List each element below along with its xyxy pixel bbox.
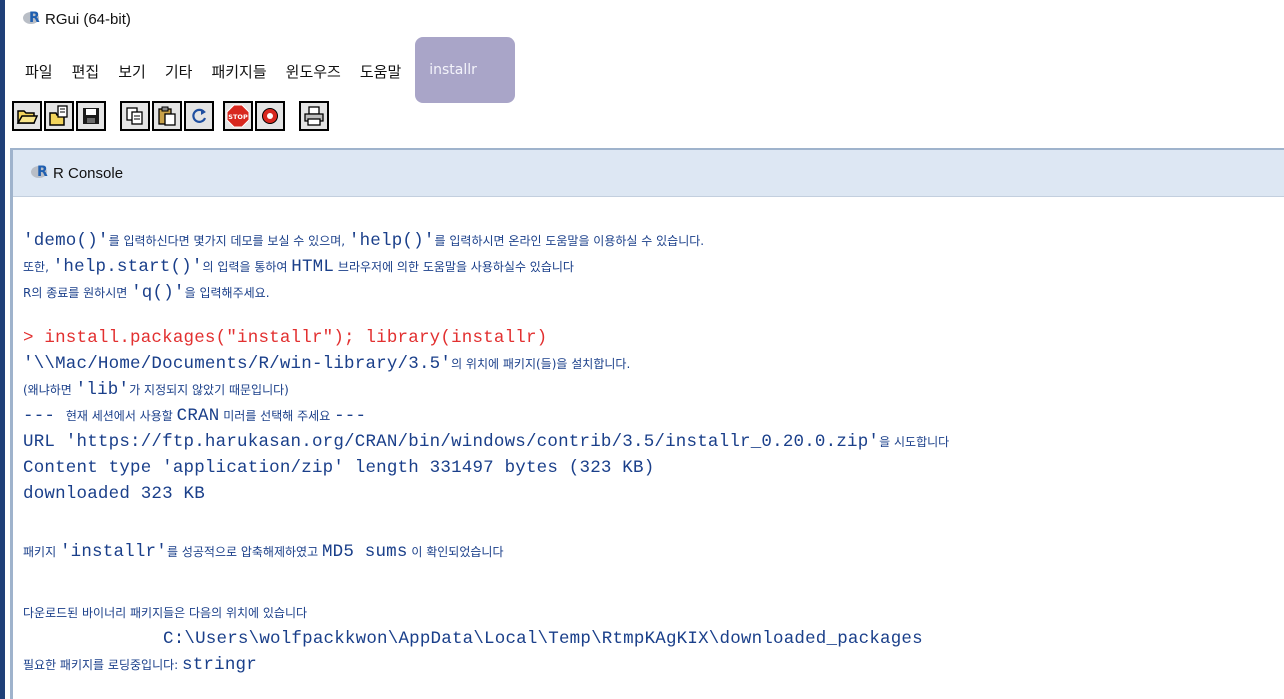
stop-button[interactable]: STOP [223, 101, 253, 131]
menu-file[interactable]: 파일 [25, 61, 53, 82]
menu-installr[interactable]: installr [415, 36, 515, 103]
console-line: (왜냐하면 'lib'가 지정되지 않았기 때문입니다) [23, 380, 289, 400]
stop-icon: STOP [226, 104, 250, 128]
console-line: C:\Users\wolfpackkwon\AppData\Local\Temp… [163, 629, 923, 649]
save-button[interactable] [76, 101, 106, 131]
record-icon [262, 108, 278, 124]
console-line: 필요한 패키지를 로딩중입니다: stringr [23, 655, 257, 675]
console-line: R의 종료를 원하시면 'q()'을 입력해주세요. [23, 283, 270, 303]
menu-windows[interactable]: 윈도우즈 [286, 61, 341, 82]
toolbar-group-control: STOP [223, 101, 287, 131]
toolbar-group-file [12, 101, 108, 131]
console-line: URL 'https://ftp.harukasan.org/CRAN/bin/… [23, 432, 950, 452]
toolbar: STOP [12, 99, 342, 133]
toolbar-group-edit [120, 101, 216, 131]
menu-view[interactable]: 보기 [118, 61, 146, 82]
print-button[interactable] [299, 101, 329, 131]
copy-icon [126, 107, 143, 125]
record-button[interactable] [255, 101, 285, 131]
load-workspace-icon [49, 105, 68, 126]
refresh-icon [192, 108, 207, 123]
open-script-icon [16, 110, 38, 124]
menu-packages[interactable]: 패키지들 [211, 61, 266, 82]
load-workspace-button[interactable] [44, 101, 74, 131]
menu-edit[interactable]: 편집 [72, 61, 100, 82]
console-output[interactable]: 'demo()'를 입력하신다면 몇가지 데모를 보실 수 있으며, 'help… [13, 197, 1284, 678]
paste-button[interactable] [152, 101, 182, 131]
copy-button[interactable] [120, 101, 150, 131]
window-title: RGui (64-bit) [45, 10, 131, 28]
console-title-bar[interactable]: R R Console [13, 150, 1284, 197]
console-command: > install.packages("installr"); library(… [23, 328, 548, 348]
save-icon [83, 108, 99, 124]
console-line: Content type 'application/zip' length 33… [23, 458, 655, 478]
menu-misc[interactable]: 기타 [165, 61, 193, 82]
r-logo-icon: R [23, 10, 43, 27]
console-line: 또한, 'help.start()'의 입력을 통하여 HTML 브라우저에 의… [23, 257, 574, 277]
window-left-border [0, 0, 5, 699]
menu-bar: 파일 편집 보기 기타 패키지들 윈도우즈 도움말 installr [5, 36, 515, 103]
open-script-button[interactable] [12, 101, 42, 131]
refresh-button[interactable] [184, 101, 214, 131]
r-logo-icon: R [31, 164, 51, 181]
paste-icon [158, 106, 176, 126]
console-title: R Console [53, 164, 124, 182]
console-line: downloaded 323 KB [23, 484, 205, 504]
title-bar: R RGui (64-bit) [5, 0, 1284, 38]
rgui-window: R RGui (64-bit) 파일 편집 보기 기타 패키지들 윈도우즈 도움… [0, 0, 1284, 699]
console-line: 'demo()'를 입력하신다면 몇가지 데모를 보실 수 있으며, 'help… [23, 231, 705, 251]
console-line: 다운로드된 바이너리 패키지들은 다음의 위치에 있습니다 [23, 606, 308, 620]
console-line: '\\Mac/Home/Documents/R/win-library/3.5'… [23, 354, 631, 374]
r-console-window[interactable]: R R Console 'demo()'를 입력하신다면 몇가지 데모를 보실 … [10, 148, 1284, 699]
toolbar-group-print [299, 101, 331, 131]
menu-help[interactable]: 도움말 [360, 61, 401, 82]
svg-text:STOP: STOP [228, 113, 248, 121]
console-line: 패키지 'installr'를 성공적으로 압축해제하였고 MD5 sums 이… [23, 542, 504, 562]
console-line: --- 현재 세션에서 사용할 CRAN 미러를 선택해 주세요 --- [23, 406, 367, 426]
print-icon [304, 106, 324, 126]
